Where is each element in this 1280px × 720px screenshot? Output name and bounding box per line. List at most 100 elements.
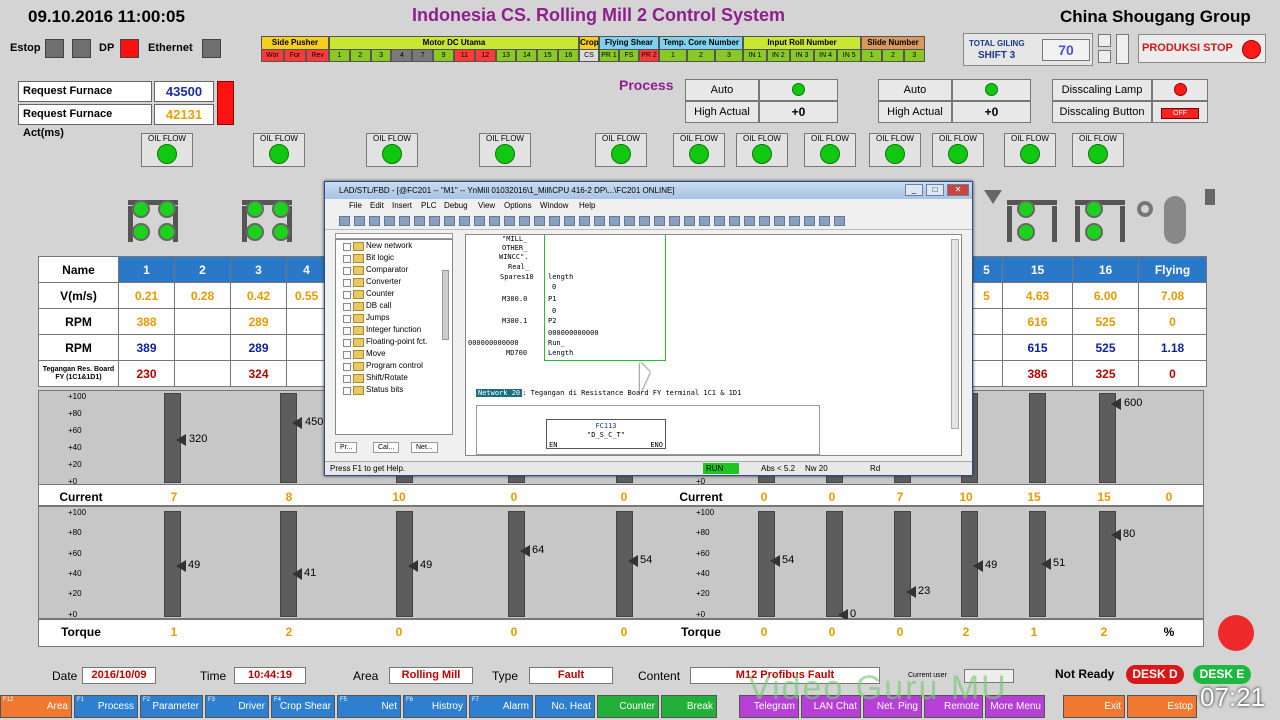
toolbar-button-icon[interactable] [519, 216, 530, 226]
menu-item-file[interactable]: File [349, 201, 362, 210]
tree-item[interactable]: Comparator [336, 264, 452, 276]
toolbar-button-icon[interactable] [339, 216, 350, 226]
speed-table-left: Name 1 2 3 4 V(m/s) 0.21 0.28 0.42 0.55 RPM 388 289 R… [38, 256, 327, 387]
menu-item-plc[interactable]: PLC [421, 201, 437, 210]
toolbar-button-icon[interactable] [594, 216, 605, 226]
counter-down-button[interactable] [1098, 50, 1111, 63]
tree-tab[interactable]: Cal... [373, 442, 400, 453]
menu-item-options[interactable]: Options [504, 201, 532, 210]
tree-item[interactable]: Integer function [336, 324, 452, 336]
fkey-area[interactable]: F12 Area [0, 695, 72, 718]
fkey-exit[interactable]: Exit [1063, 695, 1125, 718]
fkey-driver[interactable]: F3 Driver [205, 695, 269, 718]
toolbar-button-icon[interactable] [474, 216, 485, 226]
fkey-process[interactable]: F1 Process [74, 695, 138, 718]
toolbar-button-icon[interactable] [369, 216, 380, 226]
toolbar-button-icon[interactable] [684, 216, 695, 226]
toolbar-button-icon[interactable] [444, 216, 455, 226]
descaling-toggle-button[interactable]: OFF [1161, 108, 1199, 119]
menu-item-view[interactable]: View [478, 201, 495, 210]
fkey-counter-giling[interactable]: Counter Giling [597, 695, 659, 718]
tree-tab[interactable]: Pr... [335, 442, 358, 453]
toolbar-button-icon[interactable] [804, 216, 815, 226]
window-minimize-button[interactable]: _ [905, 184, 923, 196]
toolbar-button-icon[interactable] [414, 216, 425, 226]
menu-item-window[interactable]: Window [540, 201, 568, 210]
fkey-parameter[interactable]: F2 Parameter [140, 695, 203, 718]
gauge-pointer-icon [1111, 397, 1121, 410]
counter-reset-button[interactable] [1116, 34, 1129, 64]
table-cell: 616 [1002, 308, 1073, 335]
toolbar-button-icon[interactable] [819, 216, 830, 226]
toolbar-button-icon[interactable] [654, 216, 665, 226]
fkey-no-heat[interactable]: No. Heat [535, 695, 595, 718]
menu-item-help[interactable]: Help [579, 201, 595, 210]
direction-arrow-icon [984, 190, 1002, 204]
fkey-alarm[interactable]: F7 Alarm [469, 695, 533, 718]
produksi-stop-button[interactable]: PRODUKSI STOP [1138, 34, 1266, 63]
toolbar-button-icon[interactable] [774, 216, 785, 226]
table-cell: 6.00 [1072, 282, 1139, 309]
toolbar-button-icon[interactable] [699, 216, 710, 226]
fkey-net[interactable]: F5 Net [337, 695, 401, 718]
menu-item-insert[interactable]: Insert [392, 201, 412, 210]
toolbar-button-icon[interactable] [534, 216, 545, 226]
toolbar-button-icon[interactable] [489, 216, 500, 226]
toolbar-button-icon[interactable] [354, 216, 365, 226]
counter-up-button[interactable] [1098, 34, 1111, 47]
tree-item[interactable]: Bit logic [336, 252, 452, 264]
status-cell: IN 4 [813, 49, 838, 62]
toolbar-button-icon[interactable] [609, 216, 620, 226]
tree-scrollbar[interactable] [442, 270, 449, 340]
window-close-button[interactable]: ✕ [947, 184, 969, 196]
toolbar-button-icon[interactable] [729, 216, 740, 226]
tree-item[interactable]: Move [336, 348, 452, 360]
toolbar-button-icon[interactable] [384, 216, 395, 226]
toolbar-button-icon[interactable] [744, 216, 755, 226]
toolbar-button-icon[interactable] [759, 216, 770, 226]
toolbar-button-icon[interactable] [429, 216, 440, 226]
toolbar-button-icon[interactable] [639, 216, 650, 226]
code-scrollbar[interactable] [951, 239, 959, 429]
fkey-estop[interactable]: Estop [1127, 695, 1197, 718]
table-header-cell: 5 [970, 256, 1003, 283]
tree-item[interactable]: Program control [336, 360, 452, 372]
tree-item[interactable]: Floating-point fct. [336, 336, 452, 348]
network-title[interactable]: Network 20 [476, 389, 523, 397]
header-datetime: 09.10.2016 11:00:05 [28, 7, 185, 26]
tree-item[interactable]: Converter [336, 276, 452, 288]
code-line: 000000000000 [468, 339, 519, 347]
toolbar-button-icon[interactable] [789, 216, 800, 226]
fkey-histroy[interactable]: F6 Histroy [403, 695, 467, 718]
toolbar-button-icon[interactable] [579, 216, 590, 226]
toolbar-button-icon[interactable] [549, 216, 560, 226]
toolbar-button-icon[interactable] [624, 216, 635, 226]
fkey-break-down[interactable]: Break Down [661, 695, 717, 718]
tree-item[interactable]: Counter [336, 288, 452, 300]
menu-item-edit[interactable]: Edit [370, 201, 384, 210]
tree-item[interactable]: DB call [336, 300, 452, 312]
fc-block[interactable]: FC113 "D_S_C_T" EN ENO [546, 419, 666, 449]
toolbar-button-icon[interactable] [399, 216, 410, 226]
toolbar-button-icon[interactable] [459, 216, 470, 226]
toolbar-button-icon[interactable] [669, 216, 680, 226]
toolbar-button-icon[interactable] [714, 216, 725, 226]
ladder-code-view[interactable]: "MILL_ OTHER_ WINCC". Real_ Spares10 length 0 M… [465, 234, 962, 456]
program-elements-tree[interactable]: New network Bit logic Comparator Converter C… [335, 239, 453, 435]
fkey-crop-shear[interactable]: F4 Crop Shear [271, 695, 335, 718]
tree-item[interactable]: Jumps [336, 312, 452, 324]
toolbar-button-icon[interactable] [834, 216, 845, 226]
window-maximize-button[interactable]: □ [926, 184, 944, 196]
tree-item[interactable]: New network [336, 240, 452, 252]
menu-item-debug[interactable]: Debug [444, 201, 468, 210]
toolbar-button-icon[interactable] [564, 216, 575, 226]
descaling-lamp-label: Disscaling Lamp [1052, 79, 1152, 101]
tree-tab[interactable]: Net... [411, 442, 438, 453]
code-line: length [548, 273, 574, 281]
row-value: 2 [285, 625, 293, 639]
tree-item[interactable]: Shift/Rotate [336, 372, 452, 384]
toolbar-button-icon[interactable] [504, 216, 515, 226]
tree-item[interactable]: Status bits [336, 384, 452, 396]
desk-d-button[interactable]: DESK D [1126, 665, 1184, 684]
step7-editor-window[interactable]: LAD/STL/FBD - [@FC201 -- "M1" -- YnMill … [324, 181, 973, 476]
